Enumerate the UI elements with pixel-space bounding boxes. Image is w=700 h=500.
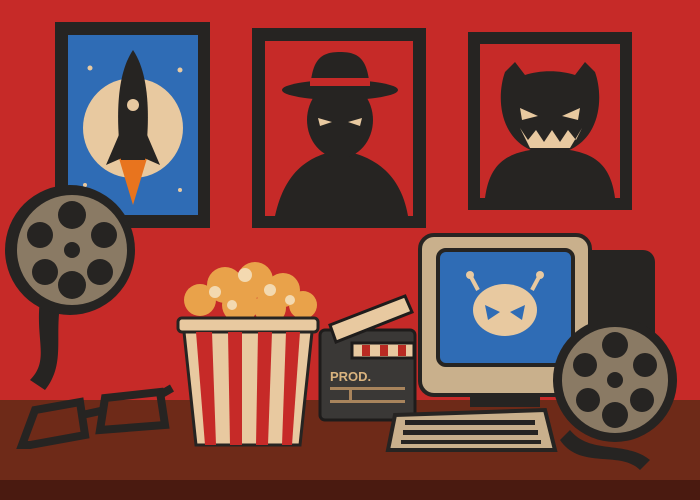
monster-poster [468,32,632,210]
shelf-edge [0,480,700,500]
clapperboard-label: PROD. [330,369,371,384]
popcorn-bucket [176,262,320,447]
movie-illustration: PROD. [0,0,700,500]
spy-poster [252,28,426,228]
